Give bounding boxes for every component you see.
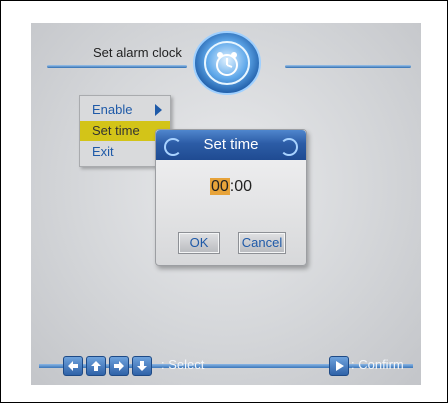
dialog-titlebar: Set time <box>156 130 306 160</box>
page-title: Set alarm clock <box>93 45 182 60</box>
menu-item-label: Enable <box>92 102 133 117</box>
alarm-clock-icon <box>193 31 261 95</box>
select-hint: : Select <box>161 357 205 372</box>
arrow-down-icon[interactable] <box>132 356 152 376</box>
tv-frame: Set alarm clock Enable Set time Exit Set… <box>0 0 448 403</box>
set-time-dialog: Set time 00:00 OK Cancel <box>155 129 307 266</box>
header-line-left <box>47 65 187 68</box>
hours-field[interactable]: 00 <box>209 178 230 195</box>
play-icon[interactable] <box>329 356 349 376</box>
confirm-hint: : Confirm <box>351 357 404 372</box>
alarm-screen: Set alarm clock Enable Set time Exit Set… <box>31 23 421 385</box>
menu-item-label: Exit <box>92 144 114 159</box>
menu-item-enable[interactable]: Enable <box>80 100 170 120</box>
minutes-field[interactable]: 00 <box>234 178 252 195</box>
submenu-arrow-icon <box>155 104 162 116</box>
ok-button[interactable]: OK <box>178 232 220 254</box>
cancel-button[interactable]: Cancel <box>238 232 286 254</box>
arrow-left-icon[interactable] <box>63 356 83 376</box>
time-value[interactable]: 00:00 <box>156 178 306 196</box>
header-line-right <box>285 65 411 68</box>
menu-item-label: Set time <box>92 123 140 138</box>
arrow-up-icon[interactable] <box>86 356 106 376</box>
footer-bar: : Select : Confirm <box>31 353 421 379</box>
arrow-right-icon[interactable] <box>109 356 129 376</box>
dialog-title: Set time <box>203 136 259 153</box>
